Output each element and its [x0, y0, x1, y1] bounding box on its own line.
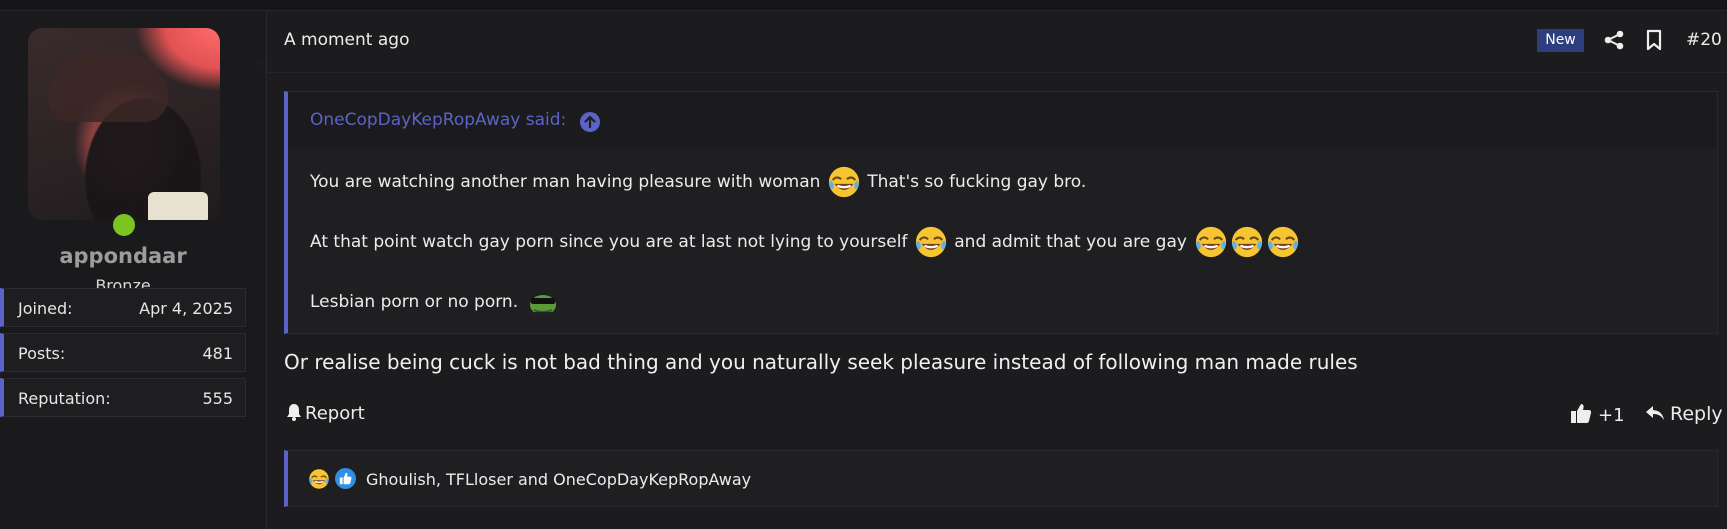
reply-button[interactable]: Reply [1645, 403, 1723, 425]
new-badge: New [1537, 29, 1584, 52]
pepe-sunglasses-emoji [529, 295, 556, 316]
stat-value: Apr 4, 2025 [139, 299, 233, 318]
report-label: Report [305, 403, 365, 424]
reactions-bar[interactable]: Ghoulish, TFLloser and OneCopDayKepRopAw… [284, 450, 1718, 507]
laughing-crying-emoji [308, 468, 330, 490]
laughing-crying-emoji [1194, 225, 1228, 259]
laughing-crying-emoji [1266, 225, 1300, 259]
reaction-users[interactable]: Ghoulish, TFLloser and OneCopDayKepRopAw… [366, 470, 751, 489]
quote-author[interactable]: OneCopDayKepRopAway said: [310, 110, 566, 130]
like-button[interactable]: +1 [1570, 402, 1625, 426]
stat-joined: Joined: Apr 4, 2025 [0, 288, 246, 327]
laughing-crying-emoji [827, 165, 861, 199]
top-border [0, 0, 1727, 11]
stat-value[interactable]: 481 [202, 344, 233, 363]
quote-line-2: At that point watch gay porn since you a… [310, 225, 1301, 259]
report-button[interactable]: Report [286, 403, 365, 424]
like-reaction-icon [335, 468, 356, 489]
share-icon[interactable] [1603, 29, 1625, 51]
quote-text: Lesbian porn or no porn. [310, 292, 519, 312]
post-timestamp[interactable]: A moment ago [284, 30, 409, 50]
quote-header: OneCopDayKepRopAway said: [288, 92, 1717, 148]
stat-value: 555 [202, 389, 233, 408]
like-count: +1 [1598, 405, 1625, 426]
reply-label: Reply [1670, 403, 1723, 425]
online-status-indicator [110, 211, 138, 239]
quote-text: You are watching another man having plea… [310, 172, 821, 192]
post-body: Or realise being cuck is not bad thing a… [284, 350, 1358, 374]
quote-line-1: You are watching another man having plea… [310, 165, 1086, 199]
avatar[interactable] [28, 28, 220, 239]
header-divider [266, 72, 1727, 73]
stat-reputation: Reputation: 555 [0, 378, 246, 417]
arrow-up-circle-icon[interactable] [580, 112, 600, 132]
stat-label: Reputation: [18, 389, 111, 408]
bookmark-icon[interactable] [1644, 29, 1664, 51]
quote-line-3: Lesbian porn or no porn. [310, 288, 558, 316]
reply-arrow-icon [1646, 406, 1664, 420]
stat-label: Posts: [18, 344, 66, 363]
laughing-crying-emoji [1230, 225, 1264, 259]
quote-text: At that point watch gay porn since you a… [310, 232, 908, 252]
quote-text: That's so fucking gay bro. [867, 172, 1087, 192]
user-sidebar: appondaar Bronze Joined: Apr 4, 2025 Pos… [0, 11, 267, 529]
quote-text: and admit that you are gay [954, 232, 1187, 252]
bell-icon [287, 404, 301, 421]
post-number[interactable]: #20 [1686, 30, 1722, 50]
message-pointer [252, 54, 266, 78]
stat-label: Joined: [18, 299, 73, 318]
thumbs-up-icon [1571, 404, 1592, 423]
stat-posts: Posts: 481 [0, 333, 246, 372]
laughing-crying-emoji [914, 225, 948, 259]
username[interactable]: appondaar [0, 244, 246, 268]
quote-block: OneCopDayKepRopAway said: You are watchi… [284, 91, 1718, 334]
